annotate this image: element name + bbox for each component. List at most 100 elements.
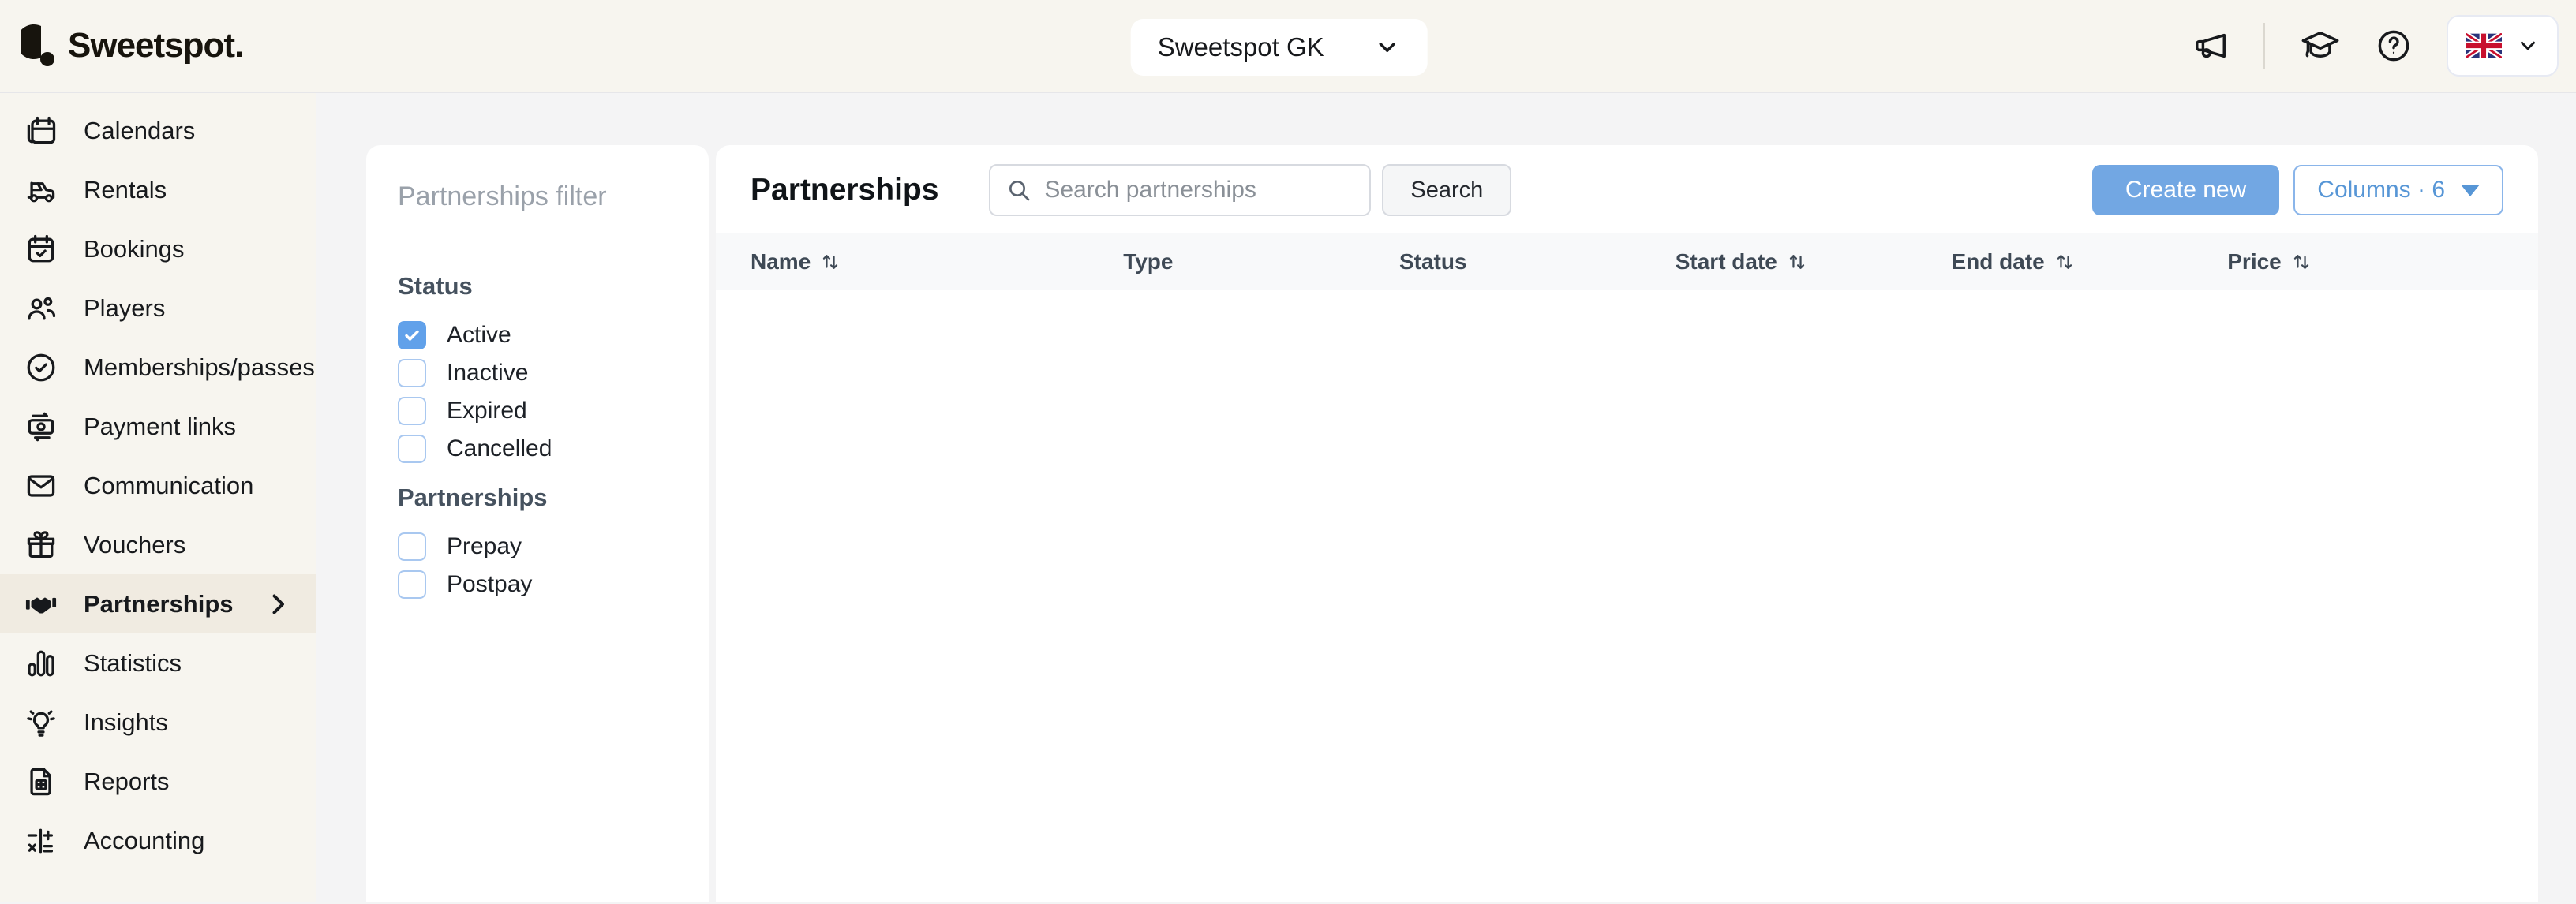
checkbox-label: Cancelled (447, 435, 552, 462)
sidebar-item-label: Accounting (84, 827, 204, 855)
filter-option-inactive[interactable]: Inactive (398, 359, 677, 387)
page-title: Partnerships (751, 173, 938, 207)
column-label: Price (2227, 249, 2282, 275)
chevron-down-icon (2516, 34, 2540, 58)
venue-selector-label: Sweetspot GK (1158, 32, 1324, 62)
search-input[interactable] (1044, 177, 1354, 204)
column-header-name[interactable]: Name (751, 249, 1123, 275)
sidebar-item-label: Reports (84, 768, 170, 796)
sidebar-item-vouchers[interactable]: Vouchers (0, 515, 316, 574)
sidebar-item-label: Rentals (84, 176, 167, 204)
filter-group: Prepay Postpay (398, 532, 677, 599)
envelope-icon (24, 469, 58, 503)
main-panel: Partnerships Search Create new Columns ·… (716, 145, 2538, 902)
checkbox-label: Inactive (447, 360, 528, 387)
sidebar-item-calendars[interactable]: Calendars (0, 101, 316, 160)
column-header-start-date[interactable]: Start date (1676, 249, 1952, 275)
search-button[interactable]: Search (1382, 164, 1511, 216)
sort-icon[interactable] (2054, 250, 2075, 274)
checkbox-checked[interactable] (398, 321, 426, 349)
sidebar-item-players[interactable]: Players (0, 278, 316, 338)
sidebar-item-accounting[interactable]: Accounting (0, 811, 316, 870)
badge-check-icon (24, 350, 58, 385)
column-label: Start date (1676, 249, 1777, 275)
sidebar-item-memberships-passes[interactable]: Memberships/passes (0, 338, 316, 397)
sidebar-item-label: Payment links (84, 413, 236, 441)
sort-icon[interactable] (2291, 250, 2312, 274)
chevron-down-icon (1374, 34, 1401, 61)
sidebar-item-payment-links[interactable]: Payment links (0, 397, 316, 456)
calendar-check-icon (24, 232, 58, 267)
handshake-icon (24, 587, 58, 622)
checkbox-label: Prepay (447, 533, 522, 560)
column-header-end-date[interactable]: End date (1951, 249, 2227, 275)
filter-group: Active Inactive Expired Cancelled (398, 321, 677, 463)
uk-flag-icon (2466, 33, 2502, 58)
sidebar-item-label: Statistics (84, 649, 182, 678)
topbar-divider (2263, 23, 2265, 69)
filter-option-postpay[interactable]: Postpay (398, 570, 677, 599)
sidebar-item-partnerships[interactable]: Partnerships (0, 574, 316, 633)
table-header-row: Name Type Status Start date End date Price (716, 233, 2538, 290)
announcements-icon[interactable] (2192, 28, 2229, 64)
venue-selector[interactable]: Sweetspot GK (1131, 19, 1428, 76)
sidebar-item-label: Calendars (84, 117, 195, 145)
checkbox-label: Postpay (447, 571, 532, 598)
users-icon (24, 291, 58, 326)
sort-icon[interactable] (820, 250, 841, 274)
header-actions: Create new Columns · 6 (2092, 165, 2503, 215)
checkbox[interactable] (398, 532, 426, 561)
filter-panel: Partnerships filter StatusActiveInactive… (366, 145, 709, 902)
math-icon (24, 824, 58, 858)
sidebar-item-statistics[interactable]: Statistics (0, 633, 316, 693)
top-bar: Sweetspot. Sweetspot GK (0, 0, 2576, 93)
create-new-button[interactable]: Create new (2092, 165, 2279, 215)
columns-dropdown[interactable]: Columns · 6 (2293, 165, 2503, 215)
sidebar-item-label: Partnerships (84, 590, 234, 618)
lightbulb-icon (24, 705, 58, 740)
filter-sections: StatusActiveInactiveExpiredCancelledPart… (398, 272, 677, 599)
logo-text: Sweetspot. (68, 26, 243, 65)
sidebar: Calendars Rentals Bookings Players Membershi… (0, 93, 316, 902)
language-selector[interactable] (2447, 15, 2559, 77)
column-label: End date (1951, 249, 2044, 275)
checkbox[interactable] (398, 570, 426, 599)
main-header: Partnerships Search Create new Columns ·… (716, 145, 2538, 233)
checkbox-label: Expired (447, 398, 527, 424)
sweetspot-logo-icon (21, 24, 57, 67)
academy-icon[interactable] (2300, 25, 2341, 66)
filter-option-active[interactable]: Active (398, 321, 677, 349)
filter-option-expired[interactable]: Expired (398, 397, 677, 425)
column-header-price[interactable]: Price (2227, 249, 2503, 275)
columns-dropdown-label: Columns · 6 (2317, 177, 2445, 204)
sidebar-item-label: Insights (84, 708, 168, 737)
sidebar-item-bookings[interactable]: Bookings (0, 219, 316, 278)
bar-chart-icon (24, 646, 58, 681)
caret-down-icon (2461, 185, 2480, 196)
column-header-status: Status (1399, 249, 1676, 275)
payment-icon (24, 409, 58, 444)
sidebar-item-label: Players (84, 294, 165, 323)
sidebar-item-rentals[interactable]: Rentals (0, 160, 316, 219)
help-icon[interactable] (2376, 28, 2412, 64)
logo: Sweetspot. (0, 24, 243, 67)
golf-cart-icon (24, 173, 58, 207)
sidebar-item-reports[interactable]: Reports (0, 752, 316, 811)
sidebar-item-communication[interactable]: Communication (0, 456, 316, 515)
sidebar-item-insights[interactable]: Insights (0, 693, 316, 752)
checkbox[interactable] (398, 397, 426, 425)
sidebar-item-label: Memberships/passes (84, 353, 315, 382)
column-label: Type (1123, 249, 1173, 275)
column-label: Status (1399, 249, 1467, 275)
sort-icon[interactable] (1787, 250, 1807, 274)
filter-panel-title: Partnerships filter (398, 181, 677, 212)
sidebar-item-label: Vouchers (84, 531, 185, 559)
column-label: Name (751, 249, 811, 275)
gift-icon (24, 528, 58, 562)
checkbox[interactable] (398, 359, 426, 387)
filter-option-prepay[interactable]: Prepay (398, 532, 677, 561)
checkbox[interactable] (398, 435, 426, 463)
topbar-actions (2192, 0, 2559, 92)
filter-option-cancelled[interactable]: Cancelled (398, 435, 677, 463)
search-icon (1006, 177, 1032, 203)
